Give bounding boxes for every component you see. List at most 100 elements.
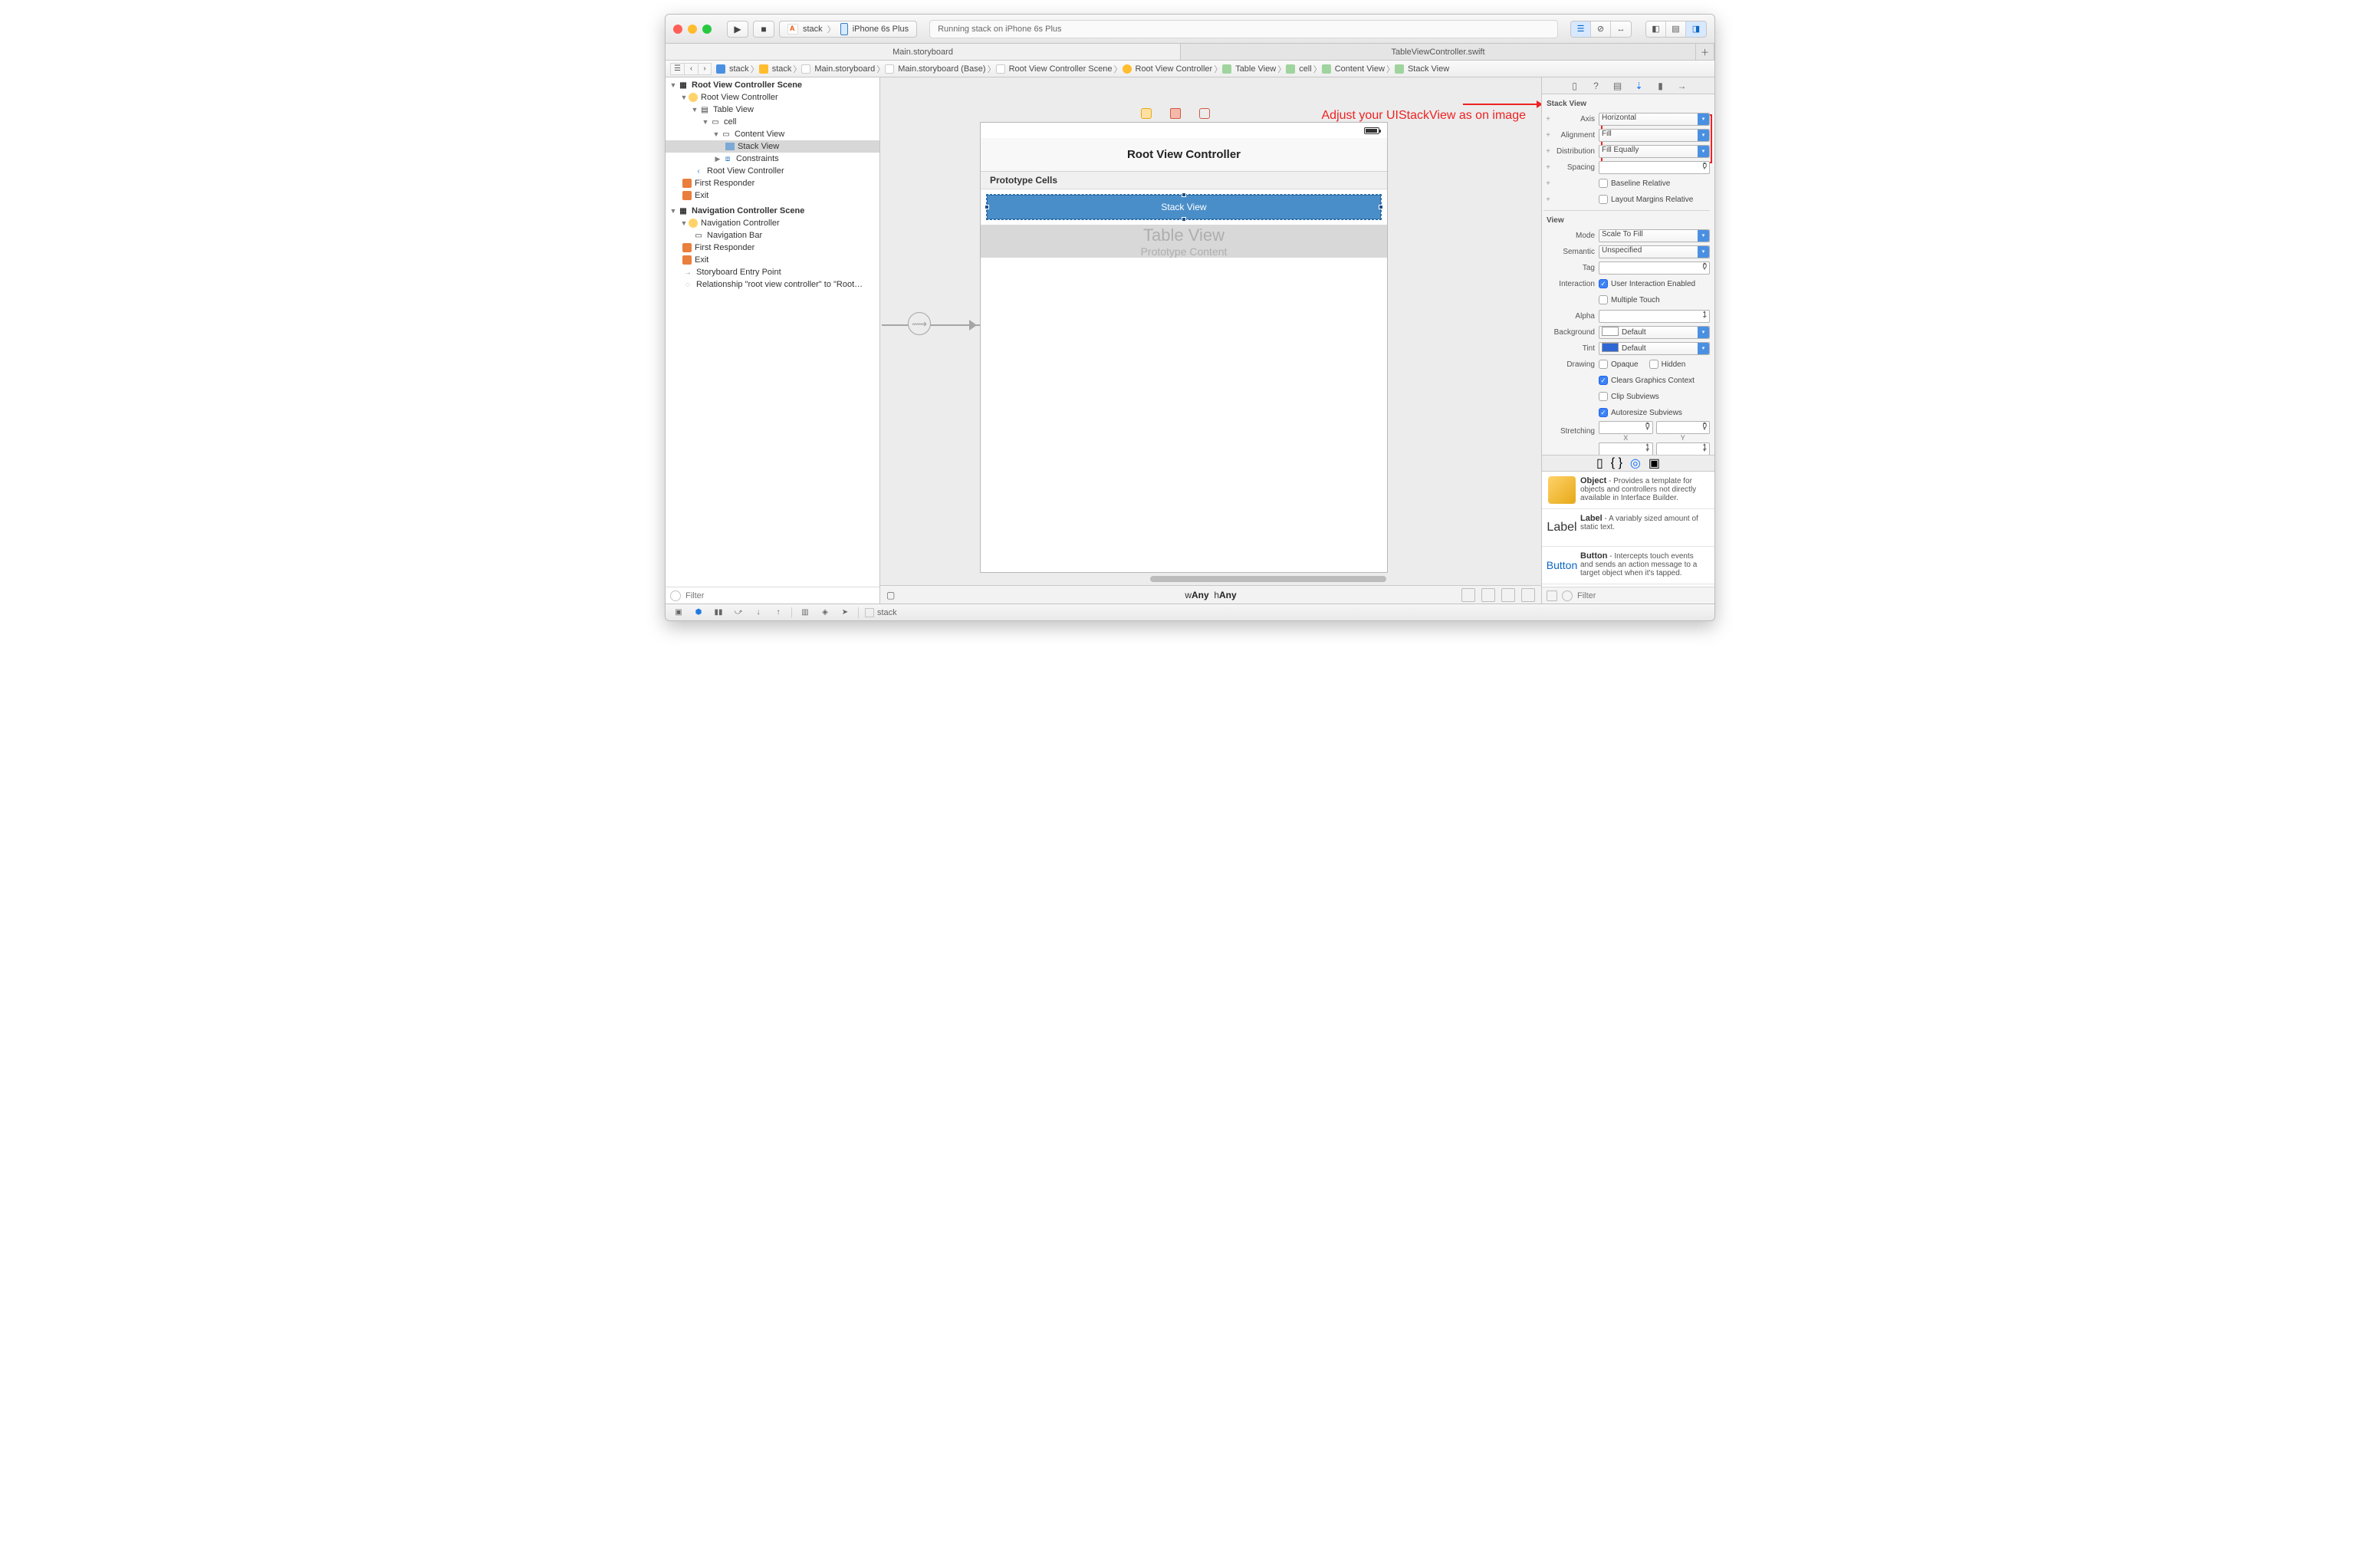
jump-bar[interactable]: ☰ ‹ › stack〉 stack〉 Main.storyboard〉 Mai… (666, 61, 1714, 77)
first-responder-indicator-icon[interactable] (1170, 108, 1181, 119)
resolve-issues-button[interactable] (1521, 588, 1535, 602)
version-editor-button[interactable]: ↔ (1611, 21, 1631, 37)
spacing-field[interactable]: 0▲▼ (1599, 161, 1710, 174)
attributes-inspector-tab[interactable]: ⇣ (1632, 80, 1646, 92)
stack-view-element[interactable]: Stack View (987, 195, 1381, 219)
hide-debug-button[interactable]: ▣ (672, 607, 685, 619)
pause-button[interactable]: ▮▮ (712, 607, 725, 619)
toggle-debug-area-button[interactable]: ▤ (1666, 21, 1686, 37)
first-responder-row[interactable]: First Responder (666, 177, 879, 189)
navbar-row[interactable]: ▭Navigation Bar (666, 229, 879, 242)
prototype-cell[interactable]: Stack View (981, 189, 1387, 225)
media-library-tab[interactable]: ▣ (1649, 456, 1660, 471)
cell-row[interactable]: ▼▭cell (666, 116, 879, 128)
tag-field[interactable]: 0▲▼ (1599, 262, 1710, 275)
step-over-button[interactable]: ⤻ (731, 607, 745, 619)
grid-view-button[interactable] (1547, 590, 1557, 601)
stretch-y-field[interactable]: 0▲▼ (1656, 421, 1711, 434)
outline-filter-input[interactable] (685, 591, 875, 600)
step-in-button[interactable]: ↓ (751, 607, 765, 619)
alpha-field[interactable]: 1▲▼ (1599, 310, 1710, 323)
library-item-button[interactable]: Button Button - Intercepts touch events … (1542, 547, 1714, 584)
nav-scene-row[interactable]: ▼▦Navigation Controller Scene (666, 205, 879, 217)
library-item-label[interactable]: Label Label - A variably sized amount of… (1542, 509, 1714, 547)
library-filter-input[interactable] (1577, 591, 1710, 600)
scene-row[interactable]: ▼▦Root View Controller Scene (666, 79, 879, 91)
size-inspector-tab[interactable]: ▮ (1654, 80, 1668, 92)
viewcontroller-indicator-icon[interactable] (1141, 108, 1152, 119)
step-out-button[interactable]: ↑ (771, 607, 785, 619)
clip-checkbox[interactable]: Clip Subviews (1599, 390, 1710, 403)
stretch-x-field[interactable]: 0▲▼ (1599, 421, 1653, 434)
quick-help-tab[interactable]: ? (1589, 80, 1603, 92)
library-item-object[interactable]: Object - Provides a template for objects… (1542, 472, 1714, 509)
distribution-select[interactable]: Fill Equally▾ (1599, 145, 1710, 158)
clears-checkbox[interactable]: ✓Clears Graphics Context (1599, 374, 1710, 386)
segue-handle[interactable]: ⟿ (908, 312, 931, 335)
close-window-button[interactable] (673, 25, 682, 34)
debug-view-hierarchy-button[interactable]: ▥ (798, 607, 812, 619)
scene-frame[interactable]: Root View Controller Prototype Cells Sta… (980, 122, 1388, 573)
stackview-row[interactable]: Stack View (666, 140, 879, 153)
debug-process-selector[interactable]: stack (865, 608, 897, 617)
tint-select[interactable]: Default▾ (1599, 342, 1710, 355)
canvas-h-scrollbar[interactable] (1150, 576, 1386, 582)
autoresize-checkbox[interactable]: ✓Autoresize Subviews (1599, 406, 1710, 419)
align-button[interactable] (1481, 588, 1495, 602)
toggle-utilities-button[interactable]: ◨ (1686, 21, 1706, 37)
semantic-select[interactable]: Unspecified▾ (1599, 245, 1710, 258)
alignment-select[interactable]: Fill▾ (1599, 129, 1710, 142)
scheme-selector[interactable]: stack 〉 iPhone 6s Plus (779, 21, 917, 38)
back-button[interactable]: ‹ (684, 63, 698, 75)
stop-button[interactable]: ■ (753, 21, 774, 38)
mode-select[interactable]: Scale To Fill▾ (1599, 229, 1710, 242)
library-filter[interactable] (1542, 587, 1714, 604)
resize-handle-top[interactable] (1182, 192, 1186, 197)
panel-toggle-segment[interactable]: ◧ ▤ ◨ (1645, 21, 1707, 38)
multiple-touch-checkbox[interactable]: Multiple Touch (1599, 294, 1710, 306)
file-template-library-tab[interactable]: ▯ (1596, 456, 1603, 471)
simulate-location-button[interactable]: ➤ (838, 607, 852, 619)
breakpoints-button[interactable]: ⬢ (692, 607, 705, 619)
debug-memory-button[interactable]: ◈ (818, 607, 832, 619)
hidden-checkbox[interactable]: Hidden (1649, 358, 1686, 370)
outline-filter[interactable] (666, 587, 879, 604)
stretch-w-field[interactable]: 1▲▼ (1599, 442, 1653, 455)
resize-handle-right[interactable] (1379, 205, 1383, 209)
file-inspector-tab[interactable]: ▯ (1568, 80, 1582, 92)
size-class-control[interactable]: wAny hAny (1185, 590, 1236, 600)
toggle-navigator-button[interactable]: ◧ (1646, 21, 1666, 37)
constraints-row[interactable]: ▶⧈Constraints (666, 153, 879, 165)
add-tab-button[interactable]: ＋ (1696, 44, 1714, 60)
assistant-editor-button[interactable]: ⊘ (1591, 21, 1611, 37)
relationship-row[interactable]: ◌Relationship "root view controller" to … (666, 278, 879, 291)
resize-handle-left[interactable] (985, 205, 989, 209)
canvas[interactable]: Adjust your UIStackView as on image ⟿ Ro… (880, 77, 1541, 604)
related-items-button[interactable]: ☰ (670, 63, 684, 75)
viewcontroller-row[interactable]: ▼Root View Controller (666, 91, 879, 104)
opaque-checkbox[interactable]: Opaque (1599, 358, 1639, 370)
run-button[interactable]: ▶ (727, 21, 748, 38)
nav-bar[interactable]: Root View Controller (981, 138, 1387, 172)
zoom-window-button[interactable] (702, 25, 712, 34)
editor-mode-segment[interactable]: ☰ ⊘ ↔ (1570, 21, 1632, 38)
tab-tableviewcontroller[interactable]: TableViewController.swift (1181, 44, 1696, 60)
exit-row[interactable]: Exit (666, 189, 879, 202)
object-library-tab[interactable]: ◎ (1630, 456, 1641, 471)
navigation-item-row[interactable]: ‹Root View Controller (666, 165, 879, 177)
layoutmargins-checkbox[interactable]: Layout Margins Relative (1599, 193, 1710, 206)
resize-handle-bottom[interactable] (1182, 217, 1186, 222)
contentview-row[interactable]: ▼▭Content View (666, 128, 879, 140)
code-snippet-library-tab[interactable]: { } (1611, 456, 1622, 470)
embed-in-stack-button[interactable] (1461, 588, 1475, 602)
stretch-h-field[interactable]: 1▲▼ (1656, 442, 1711, 455)
connections-inspector-tab[interactable]: → (1675, 80, 1689, 92)
axis-select[interactable]: Horizontal▾ (1599, 113, 1710, 126)
user-interaction-checkbox[interactable]: ✓User Interaction Enabled (1599, 278, 1710, 290)
exit-indicator-icon[interactable] (1199, 108, 1210, 119)
exit-row-2[interactable]: Exit (666, 254, 879, 266)
object-library[interactable]: Object - Provides a template for objects… (1542, 472, 1714, 587)
tab-main-storyboard[interactable]: Main.storyboard (666, 44, 1181, 60)
navcontroller-row[interactable]: ▼Navigation Controller (666, 217, 879, 229)
entry-point-row[interactable]: →Storyboard Entry Point (666, 266, 879, 278)
